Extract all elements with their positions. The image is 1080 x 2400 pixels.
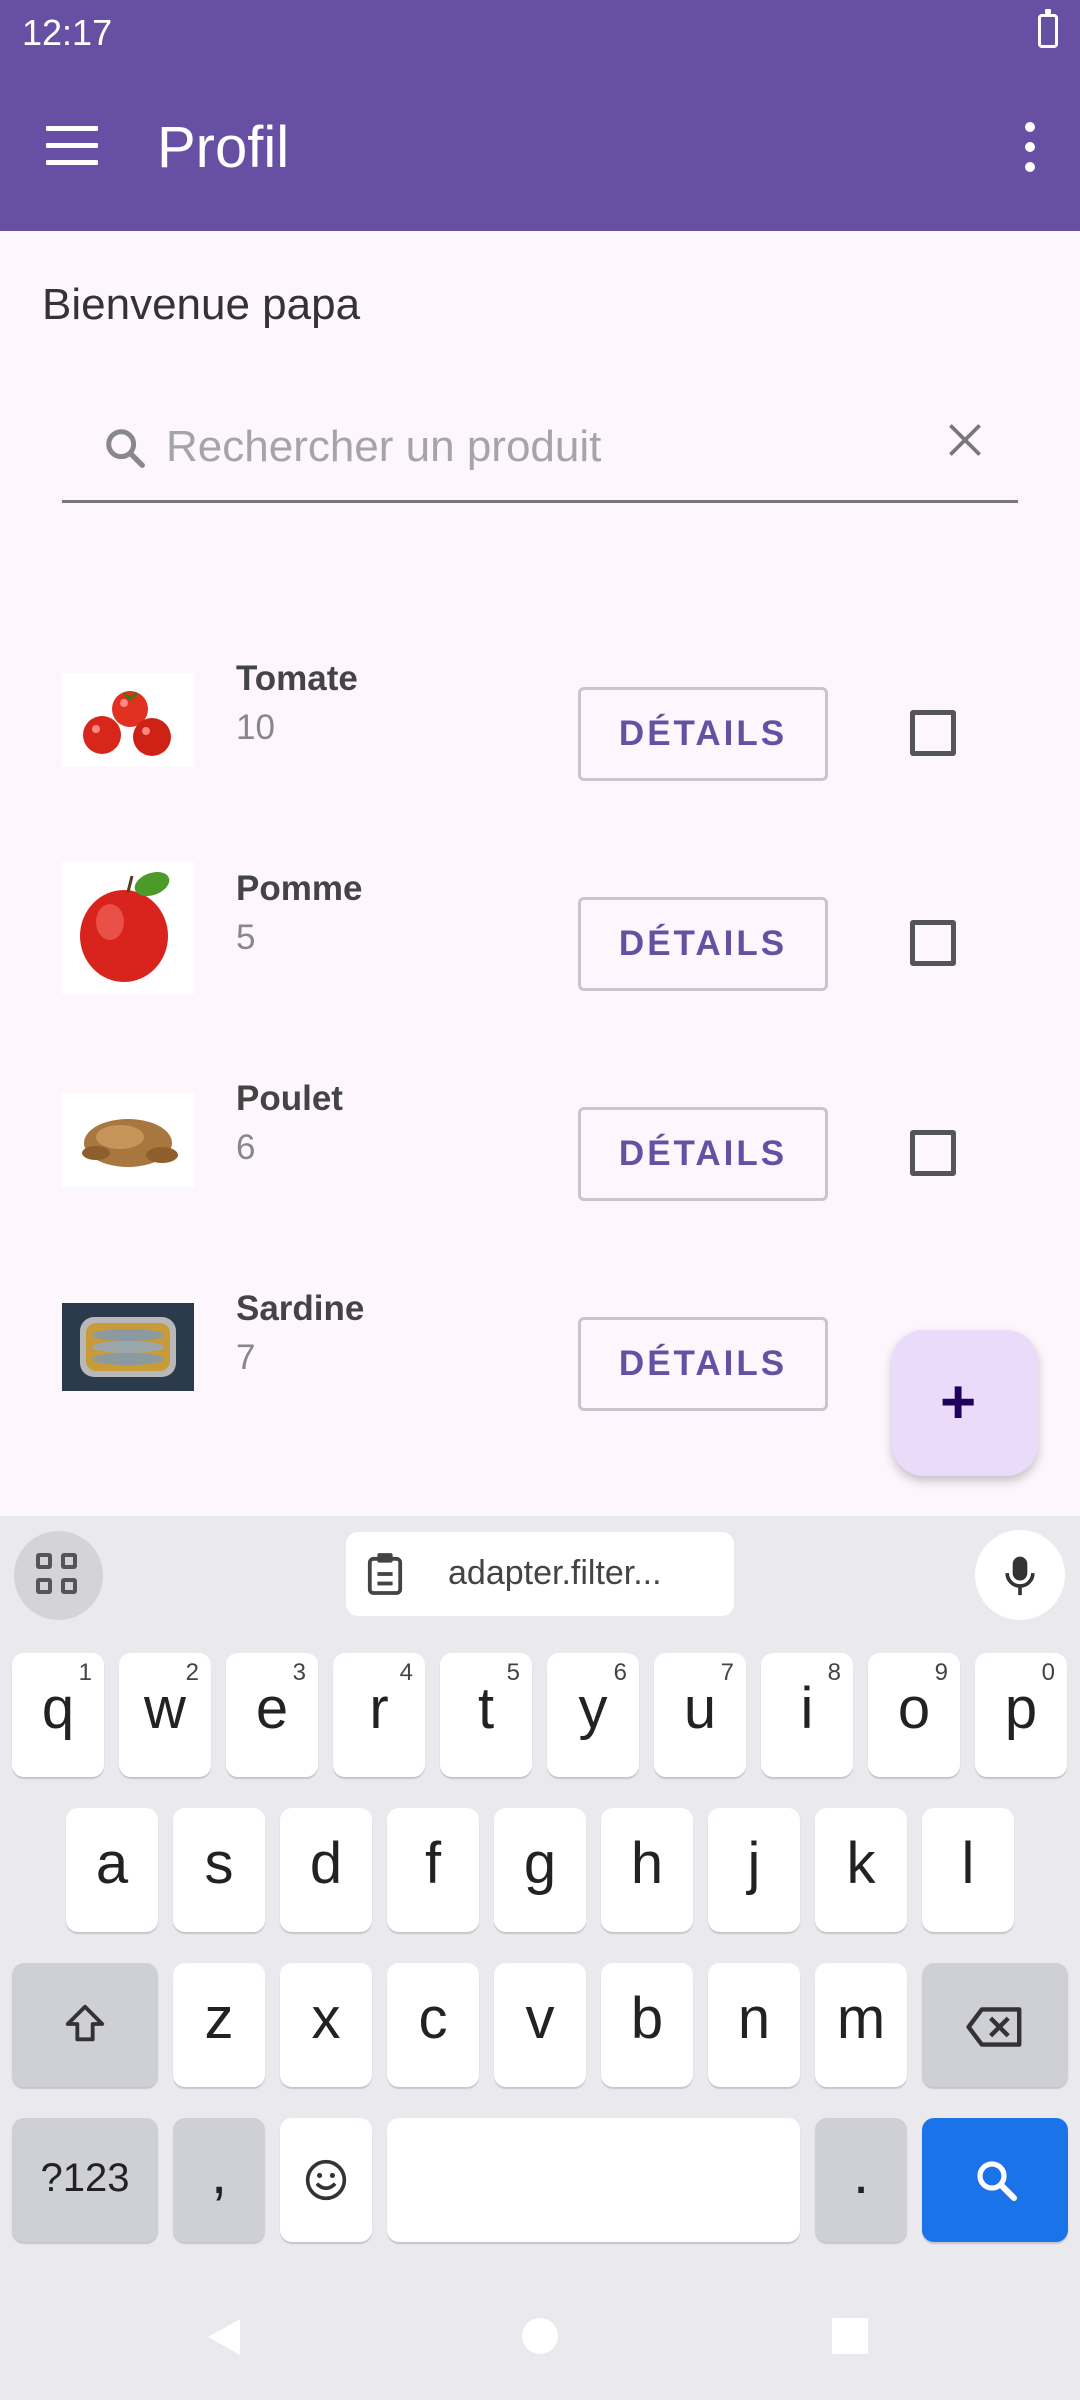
tomato-image — [62, 673, 194, 767]
key-r[interactable]: r4 — [333, 1653, 425, 1777]
space-key[interactable] — [387, 2118, 800, 2242]
key-l[interactable]: l — [922, 1808, 1014, 1932]
top-app-bar: Profil — [0, 64, 1080, 231]
key-e[interactable]: e3 — [226, 1653, 318, 1777]
key-t[interactable]: t5 — [440, 1653, 532, 1777]
key-i[interactable]: i8 — [761, 1653, 853, 1777]
emoji-icon — [305, 2159, 347, 2201]
key-w[interactable]: w2 — [119, 1653, 211, 1777]
clipboard-icon — [367, 1553, 403, 1595]
clipboard-suggestion[interactable]: adapter.filter... — [346, 1532, 734, 1616]
period-key[interactable]: . — [815, 2118, 907, 2242]
key-s[interactable]: s — [173, 1808, 265, 1932]
list-item: Poulet 6 DÉTAILS — [0, 1075, 1080, 1255]
status-bar: 12:17 — [0, 0, 1080, 64]
key-j[interactable]: j — [708, 1808, 800, 1932]
sardine-image — [62, 1303, 194, 1391]
key-m[interactable]: m — [815, 1963, 907, 2087]
search-icon — [106, 429, 145, 468]
key-p[interactable]: p0 — [975, 1653, 1067, 1777]
chicken-image — [62, 1093, 194, 1187]
product-quantity: 10 — [236, 708, 275, 747]
search-input[interactable] — [166, 415, 866, 479]
key-q[interactable]: q1 — [12, 1653, 104, 1777]
key-y[interactable]: y6 — [547, 1653, 639, 1777]
on-screen-keyboard: adapter.filter... q1 w2 e3 r4 t5 y6 u7 i… — [0, 1516, 1080, 2400]
details-button[interactable]: DÉTAILS — [578, 1107, 828, 1201]
status-time: 12:17 — [22, 12, 113, 53]
key-a[interactable]: a — [66, 1808, 158, 1932]
symbols-key[interactable]: ?123 — [12, 2118, 158, 2242]
backspace-key[interactable] — [922, 1963, 1068, 2087]
comma-key[interactable]: , — [173, 2118, 265, 2242]
backspace-icon — [966, 2007, 1022, 2047]
shift-icon — [65, 2004, 105, 2042]
list-item: Pomme 5 DÉTAILS — [0, 862, 1080, 1045]
search-bar — [62, 395, 1018, 503]
recents-icon[interactable] — [830, 2316, 870, 2356]
product-name: Tomate — [236, 659, 358, 698]
product-name: Pomme — [236, 869, 363, 908]
key-b[interactable]: b — [601, 1963, 693, 2087]
key-c[interactable]: c — [387, 1963, 479, 2087]
details-button[interactable]: DÉTAILS — [578, 1317, 828, 1411]
shift-key[interactable] — [12, 1963, 158, 2087]
home-icon[interactable] — [520, 2316, 560, 2356]
overflow-menu-icon[interactable] — [1018, 122, 1042, 174]
key-h[interactable]: h — [601, 1808, 693, 1932]
hamburger-menu-icon[interactable] — [46, 126, 98, 166]
clipboard-text: adapter.filter... — [448, 1554, 662, 1592]
key-g[interactable]: g — [494, 1808, 586, 1932]
welcome-text: Bienvenue papa — [42, 280, 361, 329]
key-d[interactable]: d — [280, 1808, 372, 1932]
add-product-button[interactable]: + — [892, 1330, 1038, 1476]
key-o[interactable]: o9 — [868, 1653, 960, 1777]
key-u[interactable]: u7 — [654, 1653, 746, 1777]
product-name: Sardine — [236, 1289, 365, 1328]
battery-icon — [1038, 9, 1058, 48]
key-z[interactable]: z — [173, 1963, 265, 2087]
page-title: Profil — [157, 115, 290, 180]
product-name: Poulet — [236, 1079, 343, 1118]
product-quantity: 6 — [236, 1128, 256, 1167]
key-n[interactable]: n — [708, 1963, 800, 2087]
product-checkbox[interactable] — [910, 1130, 956, 1176]
microphone-icon[interactable] — [975, 1530, 1065, 1620]
system-navigation-bar — [0, 2284, 1080, 2400]
plus-icon: + — [940, 1368, 977, 1437]
details-button[interactable]: DÉTAILS — [578, 897, 828, 991]
emoji-key[interactable] — [280, 2118, 372, 2242]
clear-search-icon[interactable] — [940, 415, 990, 465]
keyboard-apps-grid-icon[interactable] — [14, 1531, 103, 1620]
apple-image — [62, 862, 194, 994]
key-v[interactable]: v — [494, 1963, 586, 2087]
product-checkbox[interactable] — [910, 920, 956, 966]
search-icon — [977, 2161, 1017, 2201]
list-item: Tomate 10 DÉTAILS — [0, 655, 1080, 835]
product-quantity: 5 — [236, 918, 256, 957]
key-x[interactable]: x — [280, 1963, 372, 2087]
product-checkbox[interactable] — [910, 710, 956, 756]
search-action-key[interactable] — [922, 2118, 1068, 2242]
details-button[interactable]: DÉTAILS — [578, 687, 828, 781]
product-quantity: 7 — [236, 1338, 256, 1377]
key-f[interactable]: f — [387, 1808, 479, 1932]
back-icon[interactable] — [204, 2314, 244, 2360]
key-k[interactable]: k — [815, 1808, 907, 1932]
